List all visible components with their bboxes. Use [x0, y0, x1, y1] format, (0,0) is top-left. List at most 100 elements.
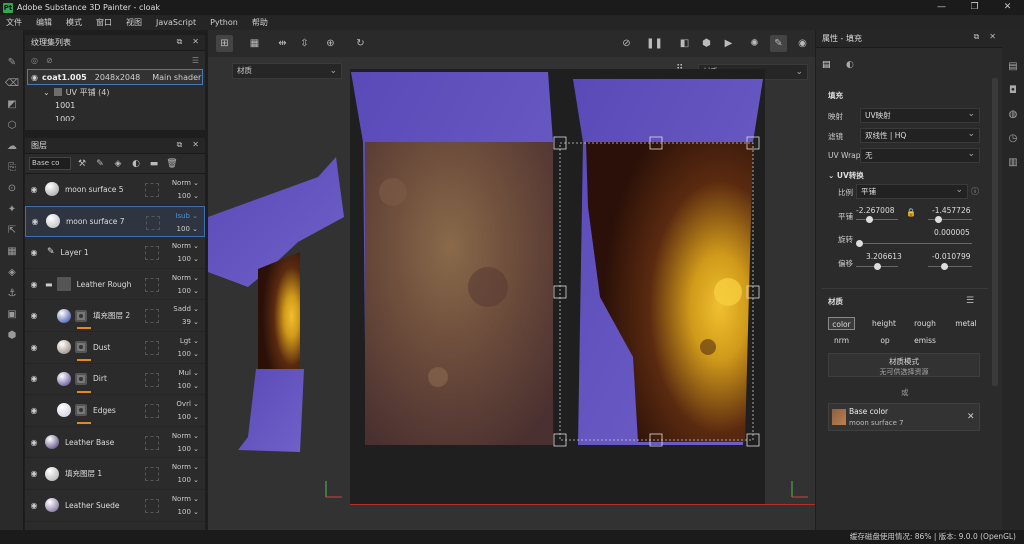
tile-x-value[interactable]: -2.267008 [856, 206, 895, 215]
eye-icon[interactable]: ◉ [27, 501, 41, 510]
channel-metal-button[interactable]: metal [952, 317, 980, 330]
layer-blend-mode[interactable]: Norm ⌄ [172, 179, 199, 187]
channel-color-button[interactable]: color [828, 317, 855, 330]
mask-thumbnail[interactable] [75, 309, 87, 322]
minimize-button[interactable]: — [925, 0, 958, 15]
tile-x-slider[interactable] [856, 219, 898, 220]
layer-blend-mode[interactable]: Mul ⌄ [178, 369, 199, 377]
channel-nrm-button[interactable]: nrm [828, 334, 855, 347]
layer-opacity[interactable]: 100 ⌄ [178, 192, 199, 200]
menu-javascript[interactable]: JavaScript [156, 18, 196, 27]
camera-icon[interactable]: ▶ [720, 35, 737, 52]
hide-icon[interactable]: ⊘ [618, 35, 635, 52]
split-view-icon[interactable]: ◧ [676, 35, 693, 52]
eye-icon[interactable]: ◉ [27, 311, 41, 320]
layer-opacity[interactable]: 100 ⌄ [177, 225, 198, 233]
layer-slot[interactable] [145, 183, 159, 197]
eye-icon[interactable]: ◉ [27, 185, 41, 194]
eye-icon[interactable]: ◉ [28, 217, 42, 226]
offset-y-slider[interactable] [928, 266, 972, 267]
channel-rough-button[interactable]: rough [910, 317, 940, 330]
flip-horizontal-icon[interactable]: ⇹ [274, 35, 291, 52]
projection-icon[interactable]: ◩ [0, 94, 24, 115]
mask-thumbnail[interactable] [75, 372, 87, 385]
layer-row[interactable]: ◉ ✎ Layer 1 Norm ⌄ 100 ⌄ [25, 237, 205, 269]
scale-select[interactable]: 平铺 [856, 184, 968, 199]
panel-float-icon[interactable]: ⧉ [974, 32, 980, 41]
offset-x-knob[interactable] [874, 263, 881, 270]
layer-row[interactable]: ◉ Dirt Mul ⌄ 100 ⌄ [25, 364, 205, 396]
texture-set-menu-icon[interactable]: ☰ [192, 56, 199, 65]
uv-tool-icon[interactable]: ▦ [0, 241, 24, 262]
channel-select[interactable]: Base co [29, 157, 71, 170]
light-icon[interactable]: ✺ [746, 35, 763, 52]
display-settings-icon[interactable]: ◘ [1002, 78, 1024, 102]
layer-opacity[interactable]: 100 ⌄ [178, 445, 199, 453]
layer-row[interactable]: ◉ Leather Base Norm ⌄ 100 ⌄ [25, 427, 205, 459]
close-button[interactable]: ✕ [991, 0, 1024, 15]
polygon-fill-icon[interactable]: ◈ [0, 262, 24, 283]
rotation-knob[interactable] [856, 240, 863, 247]
panel-float-icon[interactable]: ⧉ [177, 37, 183, 46]
layer-row[interactable]: ◉ 填充图层 2 Sadd ⌄ 39 ⌄ [25, 300, 205, 332]
transform-icon[interactable]: ⇱ [0, 220, 24, 241]
eye-icon[interactable]: ◉ [27, 438, 41, 447]
eye-icon[interactable]: ◉ [27, 343, 41, 352]
eraser-icon[interactable]: ⌫ [0, 73, 24, 94]
panel-close-icon[interactable]: ✕ [192, 37, 199, 46]
eye-icon[interactable]: ◉ [27, 374, 41, 383]
layer-row[interactable]: ◉ Edges Ovrl ⌄ 100 ⌄ [25, 395, 205, 427]
layer-row[interactable]: ◉ ▬ Leather Rough Norm ⌄ 100 ⌄ [25, 269, 205, 301]
folder-icon[interactable]: ▬ [45, 280, 53, 289]
channel-height-button[interactable]: height [868, 317, 900, 330]
offset-y-value[interactable]: -0.010799 [932, 252, 971, 261]
material-tab-icon[interactable]: ◐ [846, 60, 854, 70]
bake-icon[interactable]: ✦ [0, 199, 24, 220]
offset-y-knob[interactable] [941, 263, 948, 270]
rotation-value[interactable]: 0.000005 [934, 228, 970, 237]
material-options-icon[interactable]: ☰ [966, 296, 974, 306]
eye-icon[interactable]: ◉ [27, 280, 41, 289]
eye-icon[interactable]: ◉ [27, 469, 41, 478]
cube-icon[interactable]: ⬢ [0, 325, 24, 346]
layer-slot[interactable] [145, 309, 159, 324]
log-icon[interactable]: ▥ [1002, 150, 1024, 174]
mapping-select[interactable]: UV映射 [860, 108, 980, 123]
reset-view-icon[interactable]: ↻ [352, 35, 369, 52]
eye-icon[interactable]: ◉ [27, 248, 41, 257]
clone-icon[interactable]: ⎘ [0, 157, 24, 178]
channel-op-button[interactable]: op [874, 334, 896, 347]
grid-snap-icon[interactable]: ⊞ [216, 35, 233, 52]
layer-slot[interactable] [145, 340, 159, 355]
geometry-mask-icon[interactable]: ⬡ [0, 115, 24, 136]
chevron-down-icon[interactable]: ⌄ [43, 88, 50, 97]
layer-slot[interactable] [145, 435, 159, 450]
panel-close-icon[interactable]: ✕ [192, 140, 199, 149]
menu-python[interactable]: Python [210, 18, 238, 27]
rotation-slider[interactable] [856, 243, 972, 244]
material-mode-button[interactable]: 材质模式 无可供选择资源 [828, 353, 980, 377]
layer-slot[interactable] [145, 467, 159, 482]
layer-row[interactable]: ◉ Dust Lgt ⌄ 100 ⌄ [25, 332, 205, 364]
add-frame-icon[interactable]: ⊕ [322, 35, 339, 52]
add-folder-icon[interactable]: ▬ [147, 159, 161, 169]
filter-select[interactable]: 双线性 | HQ [860, 128, 980, 143]
screenshot-icon[interactable]: ◉ [794, 35, 811, 52]
layer-row[interactable]: ◉ 填充图层 1 Norm ⌄ 100 ⌄ [25, 458, 205, 490]
menu-edit[interactable]: 编辑 [36, 17, 52, 28]
layer-blend-mode[interactable]: Norm ⌄ [172, 463, 199, 471]
tile-x-knob[interactable] [866, 216, 873, 223]
layer-blend-mode[interactable]: Sadd ⌄ [173, 305, 199, 313]
uv-tile-1001[interactable]: 1001 [25, 99, 205, 113]
eye-icon[interactable]: ◉ [27, 406, 41, 415]
layer-blend-mode[interactable]: Lgt ⌄ [180, 337, 199, 345]
uv-tiles-row[interactable]: ⌄ UV 平铺 (4) [25, 85, 205, 99]
panel-close-icon[interactable]: ✕ [989, 32, 996, 41]
properties-scrollbar[interactable] [992, 78, 998, 386]
layer-blend-mode[interactable]: Norm ⌄ [172, 432, 199, 440]
base-color-slot[interactable]: Base color moon surface 7 ✕ [828, 403, 980, 431]
texture-set-shader[interactable]: Main shader [152, 73, 201, 82]
add-paint-layer-icon[interactable]: ✎ [93, 159, 107, 169]
menu-mode[interactable]: 模式 [66, 17, 82, 28]
layer-row[interactable]: ◉ Leather Suede Norm ⌄ 100 ⌄ [25, 490, 205, 522]
